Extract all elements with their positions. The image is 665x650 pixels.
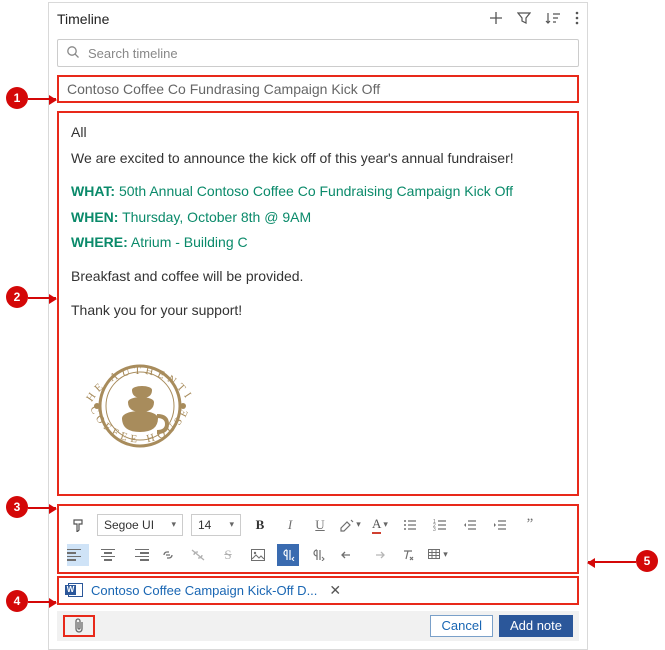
attachment-row: W Contoso Coffee Campaign Kick-Off D... … xyxy=(57,576,579,605)
bold-button[interactable]: B xyxy=(249,514,271,536)
callout-3: 3 xyxy=(6,496,28,518)
note-closing2: Thank you for your support! xyxy=(71,301,565,321)
outdent-button[interactable] xyxy=(459,514,481,536)
note-title: Contoso Coffee Co Fundrasing Campaign Ki… xyxy=(67,81,380,97)
attach-file-button[interactable] xyxy=(63,615,95,637)
callout-5-arrow xyxy=(588,561,636,563)
note-body-box[interactable]: All We are excited to announce the kick … xyxy=(57,111,579,496)
redo-button[interactable] xyxy=(367,544,389,566)
align-left-button[interactable] xyxy=(67,544,89,566)
text-direction-rtl-button[interactable] xyxy=(277,544,299,566)
more-icon[interactable] xyxy=(575,11,579,28)
search-input[interactable] xyxy=(86,45,570,62)
callout-4-arrow xyxy=(28,601,56,603)
svg-text:THE AUTHENTIC: THE AUTHENTIC xyxy=(65,326,195,404)
svg-text:3: 3 xyxy=(433,527,436,532)
undo-button[interactable] xyxy=(337,544,359,566)
note-what-line: WHAT: 50th Annual Contoso Coffee Co Fund… xyxy=(71,182,565,202)
remove-attachment-button[interactable]: ✕ xyxy=(329,582,341,599)
font-family-dropdown[interactable]: Segoe UI ▾ xyxy=(97,514,183,536)
note-greeting: All xyxy=(71,123,565,143)
note-footer: Cancel Add note xyxy=(57,611,579,641)
underline-button[interactable]: U xyxy=(309,514,331,536)
callout-1-arrow xyxy=(28,98,56,100)
rich-text-toolbar: Segoe UI ▾ 14 ▾ B I U ▾ A▾ xyxy=(57,504,579,574)
highlight-button[interactable]: ▾ xyxy=(339,514,361,536)
search-icon xyxy=(66,45,80,62)
unlink-button[interactable] xyxy=(187,544,209,566)
font-color-button[interactable]: A▾ xyxy=(369,514,391,536)
numbered-list-button[interactable]: 123 xyxy=(429,514,451,536)
panel-header: Timeline xyxy=(49,3,587,35)
callout-1: 1 xyxy=(6,87,28,109)
sort-icon[interactable] xyxy=(545,11,561,28)
timeline-panel: Timeline xyxy=(48,2,588,650)
callout-4: 4 xyxy=(6,590,28,612)
logo: THE AUTHENTIC COFFEE HOUSE xyxy=(65,326,565,482)
note-intro: We are excited to announce the kick off … xyxy=(71,149,565,169)
bullet-list-button[interactable] xyxy=(399,514,421,536)
text-direction-ltr-button[interactable] xyxy=(307,544,329,566)
font-size-dropdown[interactable]: 14 ▾ xyxy=(191,514,241,536)
insert-image-button[interactable] xyxy=(247,544,269,566)
callout-2-arrow xyxy=(28,297,56,299)
callout-2: 2 xyxy=(6,286,28,308)
panel-title: Timeline xyxy=(57,11,489,27)
align-right-button[interactable] xyxy=(127,544,149,566)
word-doc-icon: W xyxy=(65,583,83,597)
insert-table-button[interactable]: ▾ xyxy=(427,544,449,566)
strikethrough-button[interactable]: S xyxy=(217,544,239,566)
align-center-button[interactable] xyxy=(97,544,119,566)
clear-formatting-button[interactable] xyxy=(397,544,419,566)
note-when-line: WHEN: Thursday, October 8th @ 9AM xyxy=(71,208,565,228)
italic-button[interactable]: I xyxy=(279,514,301,536)
callout-3-arrow xyxy=(28,507,56,509)
search-box[interactable] xyxy=(57,39,579,67)
filter-icon[interactable] xyxy=(517,11,531,28)
add-icon[interactable] xyxy=(489,11,503,28)
format-painter-icon[interactable] xyxy=(67,514,89,536)
note-closing1: Breakfast and coffee will be provided. xyxy=(71,267,565,287)
font-family-value: Segoe UI xyxy=(104,518,154,532)
callout-5: 5 xyxy=(636,550,658,572)
chevron-down-icon: ▾ xyxy=(229,519,234,530)
link-button[interactable] xyxy=(157,544,179,566)
attachment-name[interactable]: Contoso Coffee Campaign Kick-Off D... xyxy=(91,583,317,598)
note-where-line: WHERE: Atrium - Building C xyxy=(71,233,565,253)
indent-button[interactable] xyxy=(489,514,511,536)
note-title-box[interactable]: Contoso Coffee Co Fundrasing Campaign Ki… xyxy=(57,75,579,103)
chevron-down-icon: ▾ xyxy=(171,519,176,530)
blockquote-button[interactable]: ” xyxy=(519,514,541,536)
cancel-button[interactable]: Cancel xyxy=(430,615,492,637)
add-note-button[interactable]: Add note xyxy=(499,615,573,637)
font-size-value: 14 xyxy=(198,518,211,532)
